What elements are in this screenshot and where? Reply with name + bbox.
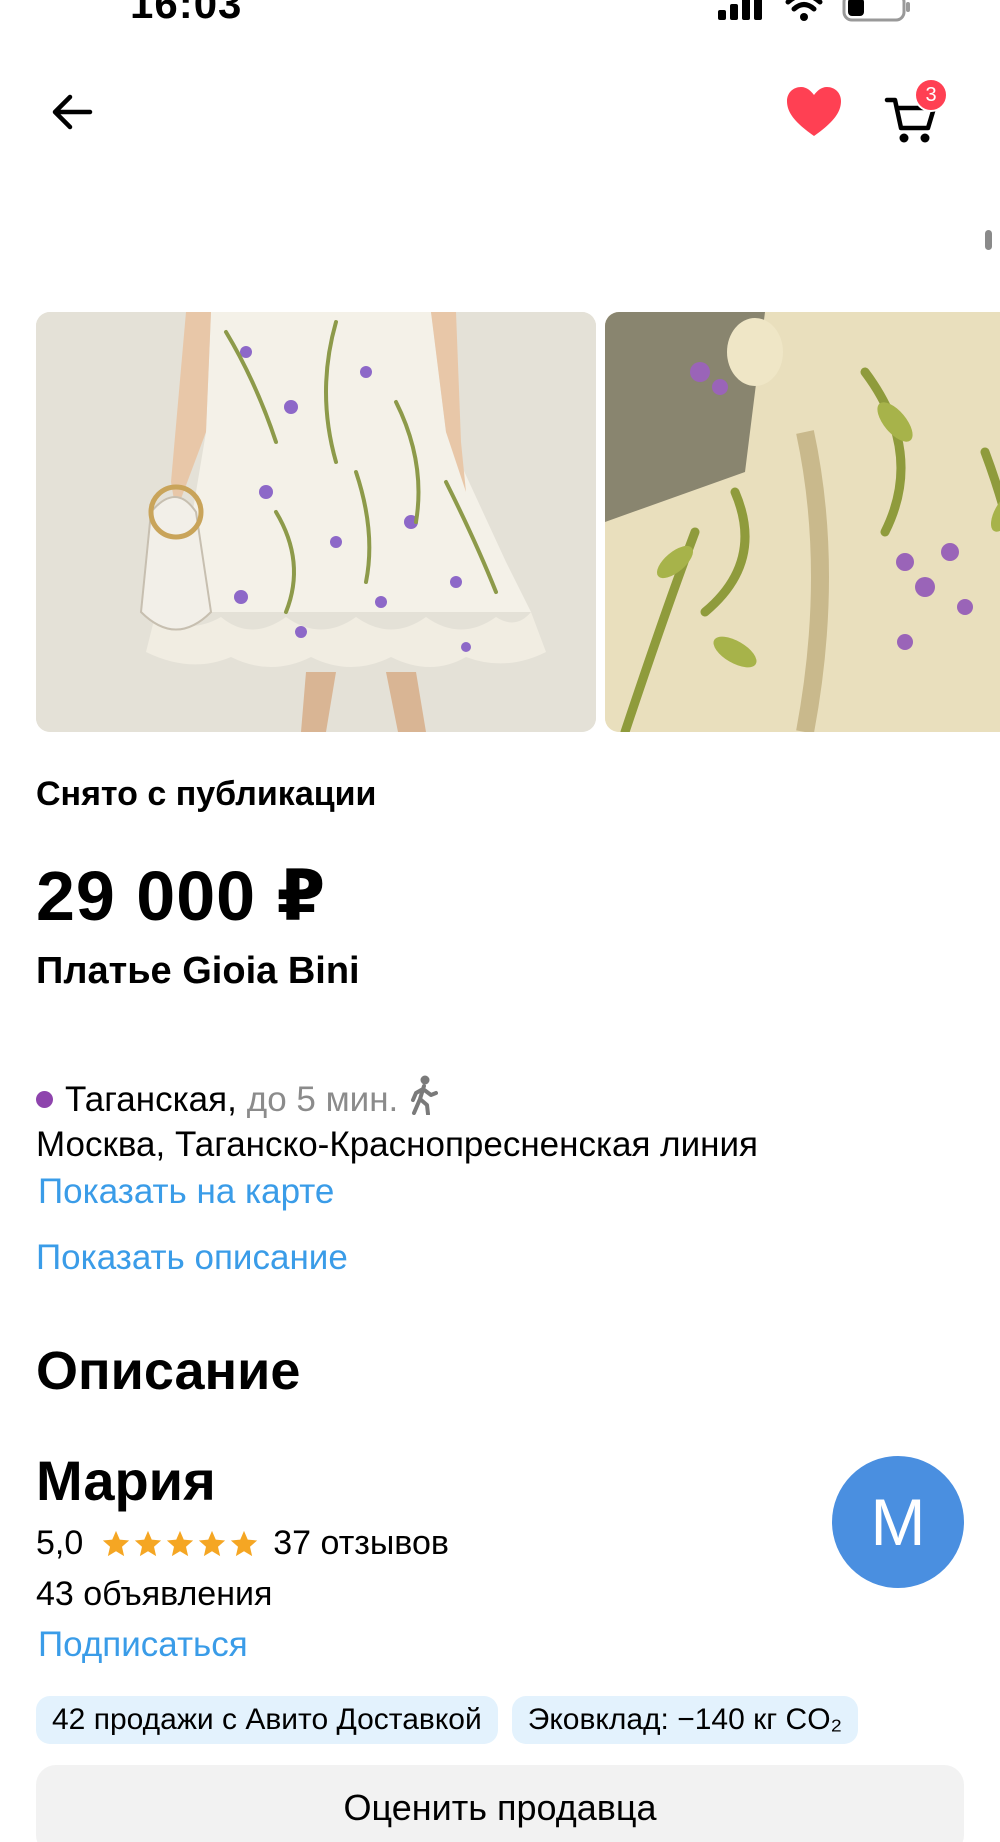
back-button[interactable]	[46, 86, 98, 138]
description-heading: Описание	[36, 1341, 301, 1401]
seller-avatar[interactable]: M	[832, 1456, 964, 1588]
product-photo-1[interactable]	[36, 312, 596, 732]
top-bar: 3	[0, 70, 1000, 150]
walking-person-icon	[408, 1075, 439, 1124]
listing-title: Платье Gioia Bini	[36, 950, 360, 992]
publication-status: Снято с публикации	[36, 775, 377, 813]
rating-value: 5,0	[36, 1524, 84, 1562]
arrow-left-icon	[52, 94, 93, 130]
status-bar: 16:03	[0, 0, 1000, 40]
star-icon	[231, 1530, 258, 1556]
delivery-sales-chip[interactable]: 42 продажи с Авито Доставкой	[36, 1696, 498, 1744]
star-icon	[167, 1530, 194, 1556]
dress-photo-image	[36, 312, 596, 732]
scroll-indicator[interactable]	[985, 230, 992, 250]
wifi-icon	[785, 0, 823, 21]
favorite-button[interactable]	[784, 84, 844, 140]
metro-station: Таганская,	[65, 1079, 237, 1119]
rating-stars	[101, 1529, 259, 1559]
show-on-map-link[interactable]: Показать на карте	[38, 1172, 334, 1212]
cellular-signal-icon	[718, 0, 762, 20]
seller-name[interactable]: Мария	[36, 1448, 216, 1513]
seller-ads-count[interactable]: 43 объявления	[36, 1575, 272, 1614]
star-icon	[103, 1530, 130, 1556]
battery-icon	[842, 0, 910, 22]
seller-rating[interactable]: 5,0 37 отзывов	[36, 1524, 449, 1563]
seller-badges: 42 продажи с Авито Доставкой Эковклад: −…	[36, 1696, 859, 1744]
subscribe-link[interactable]: Подписаться	[38, 1625, 248, 1665]
rate-seller-button[interactable]: Оценить продавца	[36, 1765, 964, 1842]
cart-button[interactable]: 3	[880, 78, 950, 148]
show-description-link[interactable]: Показать описание	[36, 1238, 348, 1278]
metro-line-dot	[36, 1091, 53, 1108]
price: 29 000 ₽	[36, 857, 327, 935]
heart-icon	[787, 87, 841, 136]
star-icon	[199, 1530, 226, 1556]
status-icons	[716, 0, 912, 22]
photo-gallery[interactable]	[36, 312, 1000, 732]
product-photo-2[interactable]	[605, 312, 1000, 732]
eco-contribution-chip[interactable]: Эковклад: −140 кг CO₂	[511, 1696, 859, 1744]
metro-walk-time: до 5 мин.	[246, 1079, 399, 1119]
metro-info: Таганская, до 5 мин.	[36, 1075, 439, 1124]
star-icon	[135, 1530, 162, 1556]
fabric-closeup-image	[605, 312, 1000, 732]
address: Москва, Таганско-Краснопресненская линия	[36, 1125, 758, 1164]
status-time: 16:03	[130, 0, 243, 27]
reviews-count: 37 отзывов	[273, 1524, 449, 1562]
cart-count-badge: 3	[914, 78, 948, 112]
